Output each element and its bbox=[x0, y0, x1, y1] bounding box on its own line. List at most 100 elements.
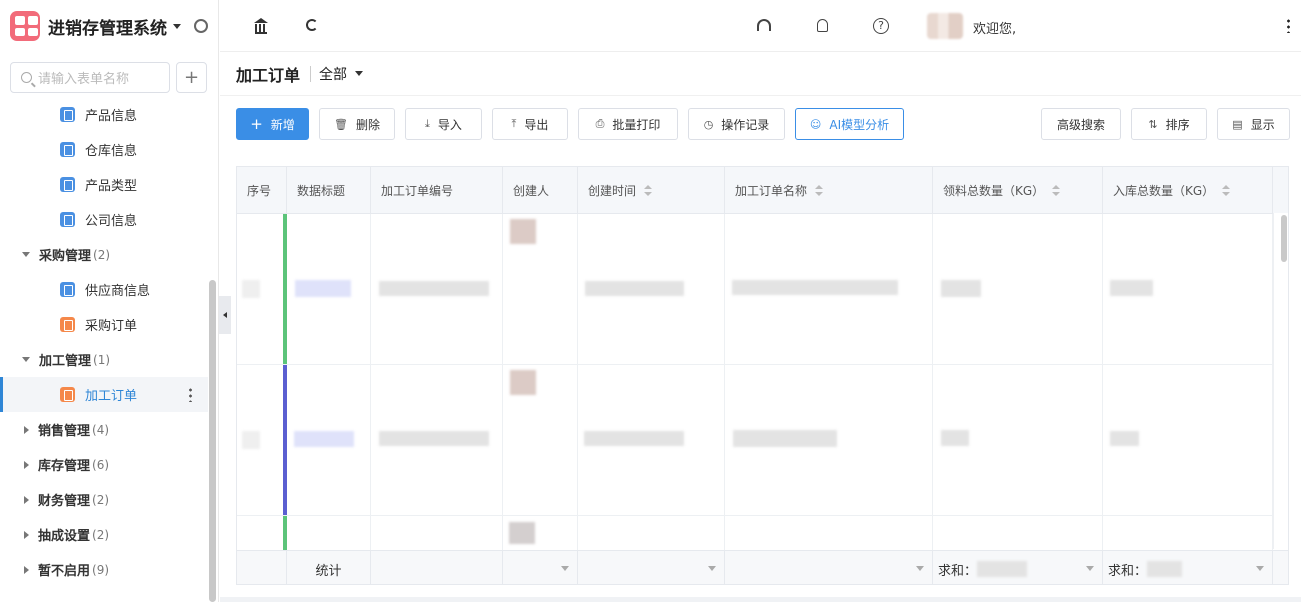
redacted-value bbox=[585, 281, 684, 296]
chevron-down-icon[interactable] bbox=[916, 566, 924, 571]
history-button[interactable]: ◷ 操作记录 bbox=[688, 108, 785, 140]
sidebar-group-commission[interactable]: 抽成设置 (2) bbox=[0, 517, 208, 552]
summary-select-created-time[interactable] bbox=[578, 551, 725, 584]
sidebar-item-purchase-order[interactable]: 采购订单 bbox=[0, 307, 208, 342]
sidebar-item-warehouse-info[interactable]: 仓库信息 bbox=[0, 132, 208, 167]
sidebar-group-label: 销售管理 bbox=[38, 424, 91, 439]
page-header: 加工订单 全部 bbox=[220, 52, 1301, 96]
cell-data-title[interactable] bbox=[287, 365, 371, 515]
batch-print-button[interactable]: ⎙ 批量打印 bbox=[578, 108, 678, 140]
ai-analysis-button[interactable]: ☺ AI模型分析 bbox=[795, 108, 904, 140]
robot-icon: ☺ bbox=[809, 117, 822, 131]
new-button[interactable]: + 新增 bbox=[236, 108, 309, 140]
chevron-down-icon[interactable] bbox=[561, 566, 569, 571]
chevron-down-icon[interactable] bbox=[355, 71, 364, 76]
sort-arrows-icon[interactable] bbox=[1052, 185, 1061, 196]
caret-down-icon bbox=[22, 357, 30, 362]
sidebar-item-product-type[interactable]: 产品类型 bbox=[0, 167, 208, 202]
caret-right-icon bbox=[24, 495, 29, 504]
bell-icon[interactable] bbox=[817, 19, 828, 32]
table-row[interactable] bbox=[237, 365, 1288, 516]
cell-stock-in-qty bbox=[1103, 365, 1273, 515]
headset-icon[interactable] bbox=[757, 19, 771, 31]
cell-data-title[interactable] bbox=[287, 516, 371, 550]
help-icon[interactable]: ? bbox=[873, 18, 889, 34]
table-scrollbar-thumb[interactable] bbox=[1281, 215, 1287, 262]
sidebar-item-processing-order[interactable]: 加工订单 bbox=[0, 377, 208, 412]
gear-icon[interactable] bbox=[194, 19, 208, 33]
sidebar-item-supplier-info[interactable]: 供应商信息 bbox=[0, 272, 208, 307]
chevron-down-icon[interactable] bbox=[1086, 566, 1094, 571]
welcome-text: 欢迎您, bbox=[973, 22, 1017, 37]
advanced-search-button[interactable]: 高级搜索 bbox=[1041, 108, 1121, 140]
cell-index bbox=[237, 365, 287, 515]
sidebar-collapse-handle[interactable] bbox=[219, 296, 231, 334]
sidebar-group-processing[interactable]: 加工管理 (1) bbox=[0, 342, 208, 377]
sidebar-group-label: 暂不启用 bbox=[38, 564, 91, 579]
sidebar-group-sales[interactable]: 销售管理 (4) bbox=[0, 412, 208, 447]
col-header-order-name[interactable]: 加工订单名称 bbox=[725, 167, 933, 214]
scope-select[interactable]: 全部 bbox=[319, 64, 347, 84]
sidebar-group-finance[interactable]: 财务管理 (2) bbox=[0, 482, 208, 517]
avatar[interactable] bbox=[927, 13, 963, 39]
display-button[interactable]: ▤ 显示 bbox=[1217, 108, 1290, 140]
cell-created-time bbox=[578, 516, 725, 550]
cell-created-time bbox=[578, 214, 725, 364]
sort-button[interactable]: ⇅ 排序 bbox=[1131, 108, 1207, 140]
upload-icon: ⤒ bbox=[511, 117, 517, 130]
sidebar-group-inventory[interactable]: 库存管理 (6) bbox=[0, 447, 208, 482]
sidebar-scrollbar[interactable] bbox=[209, 280, 216, 602]
sidebar-group-label: 抽成设置 bbox=[38, 529, 91, 544]
form-search-input[interactable]: 请输入表单名称 bbox=[10, 62, 170, 93]
sidebar-item-product-info[interactable]: 产品信息 bbox=[0, 97, 208, 132]
chevron-down-icon[interactable] bbox=[708, 566, 716, 571]
caret-right-icon bbox=[24, 460, 29, 469]
redacted-value bbox=[294, 431, 354, 447]
col-header-material-qty[interactable]: 领料总数量（KG） bbox=[933, 167, 1103, 214]
sidebar-group-count: (9) bbox=[92, 562, 110, 577]
sidebar-group-label: 采购管理 bbox=[39, 249, 92, 264]
table-row[interactable] bbox=[237, 214, 1288, 365]
sidebar-group-purchase[interactable]: 采购管理 (2) bbox=[0, 237, 208, 272]
table-vertical-scrollbar[interactable] bbox=[1273, 213, 1288, 549]
sort-arrows-icon[interactable] bbox=[815, 185, 824, 196]
delete-button[interactable]: 🗑 删除 bbox=[319, 108, 395, 140]
form-icon bbox=[60, 387, 75, 402]
more-vertical-icon[interactable] bbox=[189, 387, 192, 402]
sidebar-group-count: (2) bbox=[93, 247, 111, 262]
summary-cell-order-no bbox=[371, 551, 503, 584]
app-switch-chevron-down-icon[interactable] bbox=[173, 23, 181, 29]
search-placeholder: 请输入表单名称 bbox=[38, 72, 130, 87]
sidebar-group-disabled[interactable]: 暂不启用 (9) bbox=[0, 552, 208, 587]
more-vertical-icon[interactable] bbox=[1287, 18, 1290, 33]
cell-data-title[interactable] bbox=[287, 214, 371, 364]
sort-arrows-icon[interactable] bbox=[644, 185, 653, 196]
sort-arrows-icon[interactable] bbox=[1222, 185, 1231, 196]
sidebar-item-label: 采购订单 bbox=[85, 319, 138, 334]
add-form-button[interactable]: + bbox=[176, 62, 207, 93]
import-button[interactable]: ⤓ 导入 bbox=[405, 108, 482, 140]
col-header-stock-in-qty[interactable]: 入库总数量（KG） bbox=[1103, 167, 1273, 214]
summary-select-creator[interactable] bbox=[503, 551, 578, 584]
bank-icon[interactable] bbox=[254, 18, 270, 34]
sort-icon: ⇅ bbox=[1148, 117, 1158, 131]
caret-right-icon bbox=[24, 530, 29, 539]
cell-creator bbox=[503, 516, 578, 550]
caret-right-icon bbox=[24, 565, 29, 574]
export-button[interactable]: ⤒ 导出 bbox=[492, 108, 568, 140]
refresh-icon[interactable] bbox=[306, 19, 318, 31]
col-header-data-title: 数据标题 bbox=[287, 167, 371, 214]
table-summary-row: 统计 求和： 求和： bbox=[237, 550, 1288, 584]
app-title[interactable]: 进销存管理系统 bbox=[48, 14, 167, 39]
summary-select-order-name[interactable] bbox=[725, 551, 933, 584]
redacted-avatar bbox=[510, 219, 536, 244]
redacted-value bbox=[1110, 431, 1139, 446]
summary-select-material-qty[interactable]: 求和： bbox=[933, 551, 1103, 584]
sidebar-item-company-info[interactable]: 公司信息 bbox=[0, 202, 208, 237]
caret-right-icon bbox=[24, 425, 29, 434]
summary-select-stock-in-qty[interactable]: 求和： bbox=[1103, 551, 1273, 584]
col-header-label: 加工订单名称 bbox=[735, 184, 808, 198]
chevron-down-icon[interactable] bbox=[1256, 566, 1264, 571]
table-row[interactable] bbox=[237, 516, 1288, 550]
col-header-created-time[interactable]: 创建时间 bbox=[578, 167, 725, 214]
